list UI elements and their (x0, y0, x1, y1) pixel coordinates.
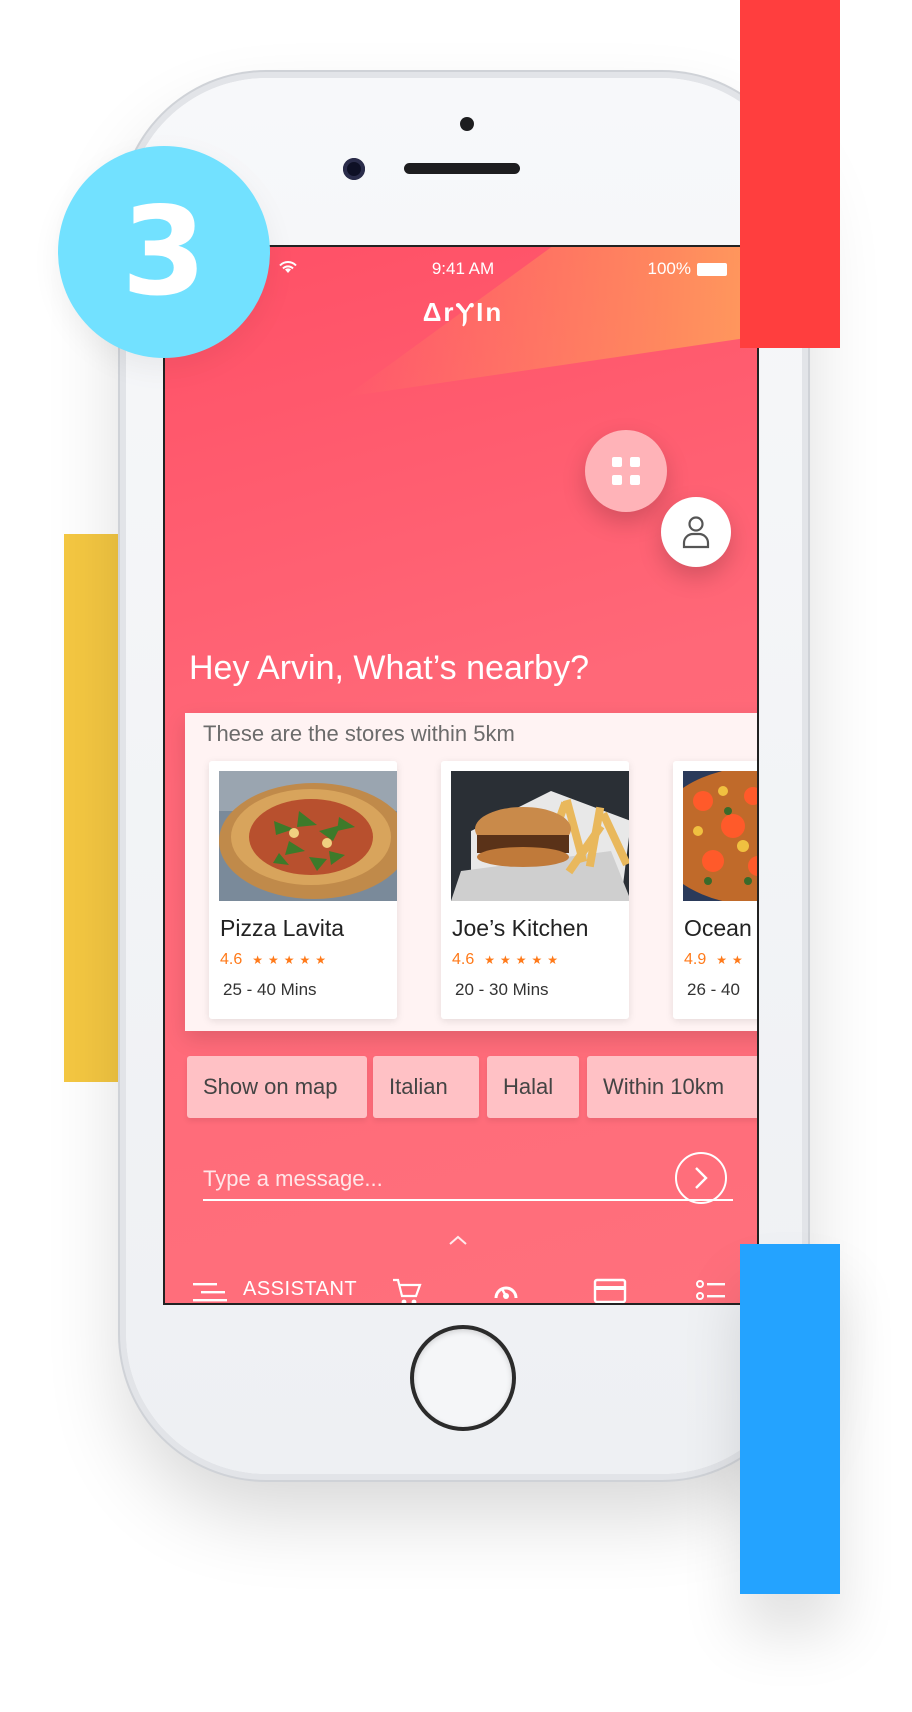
store-name: Ocean (684, 915, 752, 941)
delivery-time: 25 - 40 Mins (223, 980, 317, 999)
cart-icon[interactable] (391, 1276, 423, 1303)
step-number: 3 (121, 181, 207, 323)
speedometer-icon[interactable] (491, 1276, 521, 1303)
greeting-text: Hey Arvin, What’s nearby? (189, 649, 589, 687)
store-name: Joe’s Kitchen (452, 915, 589, 941)
store-card[interactable]: Pizza Lavita 4.6 ★★★★★ 25 - 40 Mins (209, 761, 397, 1019)
proximity-sensor (460, 117, 474, 131)
store-rating: 4.6 ★★★★★ (220, 951, 331, 969)
chip-italian[interactable]: Italian (373, 1056, 479, 1118)
menu-icon[interactable] (193, 1281, 229, 1303)
rating-value: 4.6 (452, 951, 475, 968)
rating-stars-icon: ★★ (716, 953, 748, 967)
decorative-blue-block (740, 1244, 840, 1594)
home-button[interactable] (410, 1325, 516, 1431)
user-icon (682, 516, 710, 549)
step-badge: 3 (58, 146, 270, 358)
nav-assistant-label[interactable]: ASSISTANT (243, 1278, 357, 1301)
battery-icon (697, 262, 727, 276)
chip-halal[interactable]: Halal (487, 1056, 579, 1118)
list-icon[interactable] (695, 1276, 729, 1303)
send-button[interactable] (675, 1152, 727, 1204)
apps-grid-button[interactable] (585, 430, 667, 512)
rating-value: 4.9 (684, 951, 707, 968)
bottom-navigation: ASSISTANT (165, 1272, 757, 1303)
chip-within-10km[interactable]: Within 10km (587, 1056, 757, 1118)
chevron-right-icon (695, 1167, 708, 1189)
battery-status: 100% (648, 259, 727, 279)
chevron-up-icon[interactable] (448, 1230, 468, 1251)
delivery-time: 26 - 40 (687, 980, 740, 999)
earpiece-speaker (404, 163, 520, 174)
seafood-paella-image (683, 771, 757, 901)
battery-percent: 100% (647, 259, 691, 278)
store-rating: 4.6 ★★★★★ (452, 951, 563, 969)
burger-fries-image (451, 771, 629, 901)
front-camera (343, 158, 365, 180)
decorative-yellow-block (64, 534, 128, 1082)
profile-button[interactable] (661, 497, 731, 567)
rating-stars-icon: ★★★★★ (252, 953, 332, 967)
rating-value: 4.6 (220, 951, 243, 968)
stores-heading: These are the stores within 5km (203, 721, 515, 746)
store-card[interactable]: Joe’s Kitchen 4.6 ★★★★★ 20 - 30 Mins (441, 761, 629, 1019)
rating-stars-icon: ★★★★★ (484, 953, 564, 967)
store-name: Pizza Lavita (220, 915, 345, 941)
store-rating: 4.9 ★★ (684, 951, 748, 969)
stores-carousel-panel: These are the stores within 5km Pizza La… (185, 713, 757, 1031)
card-icon[interactable] (593, 1276, 627, 1303)
app-screen: 9:41 AM 100% ΔrⲨIn Hey Arvin, What’s nea… (163, 245, 759, 1305)
decorative-red-block (740, 0, 840, 348)
chip-show-on-map[interactable]: Show on map (187, 1056, 367, 1118)
delivery-time: 20 - 30 Mins (455, 980, 549, 999)
grid-icon (612, 457, 640, 485)
store-card[interactable]: Ocean 4.9 ★★ 26 - 40 (673, 761, 757, 1019)
message-input[interactable] (203, 1159, 733, 1201)
pizza-image (219, 771, 397, 901)
